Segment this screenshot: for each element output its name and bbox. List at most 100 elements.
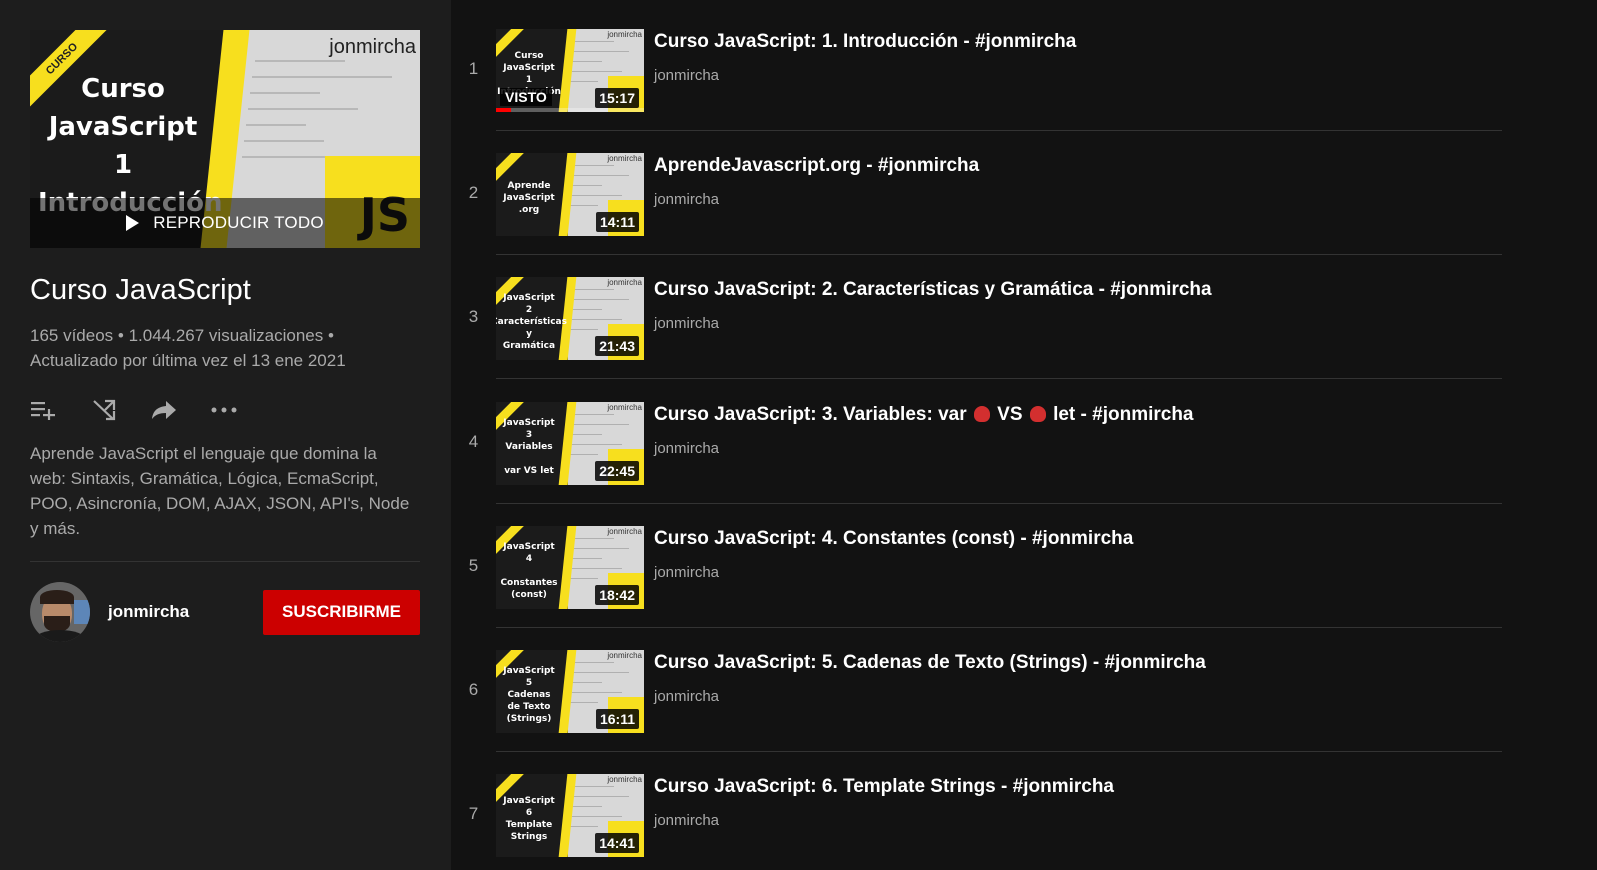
video-title-segment: VS — [991, 403, 1028, 425]
share-icon[interactable] — [150, 396, 178, 424]
video-title-link[interactable]: Curso JavaScript: 5. Cadenas de Texto (S… — [654, 652, 1206, 674]
owner-avatar[interactable] — [30, 582, 90, 642]
video-title-link[interactable]: Curso JavaScript: 1. Introducción - #jon… — [654, 31, 1076, 53]
code-line — [574, 413, 614, 415]
hero-title-line: Curso — [81, 74, 165, 104]
watch-progress-bar — [496, 108, 511, 112]
list-divider — [496, 751, 1502, 752]
thumb-title-text: Aprende JavaScript .org — [503, 181, 555, 216]
video-title-link[interactable]: Curso JavaScript: 3. Variables: var VS l… — [654, 404, 1194, 426]
video-thumbnail[interactable]: jonmircha JavaScript 6 Template Strings 14… — [496, 774, 644, 858]
playlist-video-item[interactable]: 7 jonmircha JavaScript 6 Template Strings 1… — [466, 774, 1502, 870]
video-index: 3 — [468, 307, 479, 327]
code-line — [572, 433, 602, 435]
playlist-video-list: 1 jonmirchaCurso JavaScript 1 Introducció… — [451, 0, 1597, 870]
list-divider — [496, 254, 1502, 256]
playlist-sidebar: JS jonmircha CURSO Curso JavaScript 1 In… — [0, 0, 451, 870]
video-thumbnail[interactable]: jonmircha JavaScript 4 Constantes (const)… — [496, 525, 644, 609]
avatar-background — [74, 600, 90, 624]
video-thumbnail[interactable]: jonmircha JavaScript 2 Características y … — [496, 277, 644, 361]
code-line — [244, 140, 324, 142]
video-thumbnail[interactable]: jonmircha Aprende JavaScript .org 14:11 — [496, 153, 644, 237]
code-line — [574, 786, 614, 788]
video-thumbnail[interactable]: jonmircha JavaScript 5 Cadenas de Texto (… — [496, 650, 644, 733]
boxing-glove-icon — [1029, 405, 1046, 422]
video-channel-link[interactable]: jonmircha — [654, 564, 719, 581]
playlist-title: Curso JavaScript — [30, 274, 251, 306]
code-line — [572, 816, 622, 818]
video-duration: 21:43 — [595, 336, 639, 357]
code-line — [572, 692, 622, 693]
playlist-video-item[interactable]: 2 jonmircha Aprende JavaScript .org 14:11 Ap… — [466, 153, 1502, 277]
list-divider — [496, 130, 1502, 131]
code-line — [248, 108, 358, 110]
code-line — [570, 577, 598, 579]
video-index: 2 — [468, 183, 479, 203]
hero-title-line: JavaScript — [48, 112, 198, 142]
playlist-hero-thumbnail[interactable]: JS jonmircha CURSO Curso JavaScript 1 In… — [30, 30, 420, 248]
video-title-link[interactable]: AprendeJavascript.org - #jonmircha — [654, 155, 979, 177]
owner-name-link[interactable]: jonmircha — [108, 602, 263, 622]
code-line — [572, 806, 602, 808]
video-index: 1 — [468, 59, 479, 78]
add-to-queue-icon[interactable] — [30, 396, 58, 424]
list-divider — [496, 502, 1502, 504]
avatar-shirt — [34, 630, 86, 642]
video-channel-link[interactable]: jonmircha — [654, 191, 719, 208]
video-index: 7 — [468, 804, 479, 824]
code-line — [574, 537, 614, 539]
code-line — [574, 299, 629, 301]
playlist-video-item[interactable]: 5 jonmircha JavaScript 4 Constantes (const… — [466, 525, 1502, 650]
playlist-actions — [30, 395, 421, 425]
playlist-video-item[interactable]: 3 jonmircha JavaScript 2 Características y… — [466, 277, 1502, 401]
playlist-stats: 165 vídeos • 1.044.267 visualizaciones •… — [30, 326, 346, 370]
code-line — [574, 662, 614, 663]
thumb-title-text: JavaScript 2 Características y Gramática — [496, 293, 567, 352]
code-line — [574, 289, 614, 291]
code-line — [574, 51, 629, 52]
shuffle-icon[interactable] — [90, 396, 118, 424]
video-title-link[interactable]: Curso JavaScript: 2. Características y G… — [654, 279, 1212, 301]
thumb-brand: jonmircha — [607, 402, 642, 412]
code-line — [572, 185, 602, 187]
video-thumbnail[interactable]: jonmircha JavaScript 3 Variables var VS l… — [496, 401, 644, 485]
play-all-button[interactable]: REPRODUCIR TODO — [30, 198, 420, 248]
video-thumbnail[interactable]: jonmirchaCurso JavaScript 1 Introducción… — [496, 29, 644, 112]
code-line — [570, 702, 598, 703]
playlist-description: Aprende JavaScript el lenguaje que domin… — [30, 444, 410, 538]
code-line — [252, 76, 392, 78]
thumb-brand: jonmircha — [607, 651, 642, 660]
play-all-label: REPRODUCIR TODO — [153, 213, 324, 232]
video-channel-link[interactable]: jonmircha — [654, 440, 719, 457]
thumb-brand: jonmircha — [607, 278, 642, 288]
video-channel-link[interactable]: jonmircha — [654, 67, 719, 84]
code-line — [255, 60, 345, 62]
thumb-brand: jonmircha — [607, 775, 642, 785]
list-divider — [496, 626, 1502, 628]
code-line — [570, 826, 598, 828]
playlist-video-item[interactable]: 6 jonmircha JavaScript 5 Cadenas de Texto … — [466, 650, 1502, 774]
playlist-video-item[interactable]: 1 jonmirchaCurso JavaScript 1 Introducció… — [466, 29, 1502, 153]
video-title-link[interactable]: Curso JavaScript: 4. Constantes (const) … — [654, 528, 1133, 550]
playlist-page: JS jonmircha CURSO Curso JavaScript 1 In… — [0, 0, 1597, 870]
video-channel-link[interactable]: jonmircha — [654, 315, 719, 332]
code-line — [574, 41, 614, 42]
thumb-brand: jonmircha — [607, 154, 642, 164]
boxing-glove-icon — [973, 405, 990, 422]
video-duration: 18:42 — [595, 584, 639, 605]
code-line — [574, 175, 629, 177]
video-duration: 14:41 — [595, 833, 639, 854]
video-title-link[interactable]: Curso JavaScript: 6. Template Strings - … — [654, 776, 1114, 798]
more-icon[interactable] — [210, 396, 238, 424]
video-duration: 14:11 — [595, 212, 639, 233]
video-channel-link[interactable]: jonmircha — [654, 688, 719, 705]
code-line — [574, 796, 629, 798]
subscribe-button[interactable]: SUSCRIBIRME — [263, 589, 420, 635]
playlist-video-item[interactable]: 4 jonmircha JavaScript 3 Variables var VS … — [466, 401, 1502, 526]
code-line — [572, 443, 622, 445]
code-line — [572, 567, 622, 569]
code-line — [572, 71, 622, 72]
code-line — [246, 124, 306, 126]
video-channel-link[interactable]: jonmircha — [654, 812, 719, 829]
watch-progress-track — [496, 108, 644, 112]
